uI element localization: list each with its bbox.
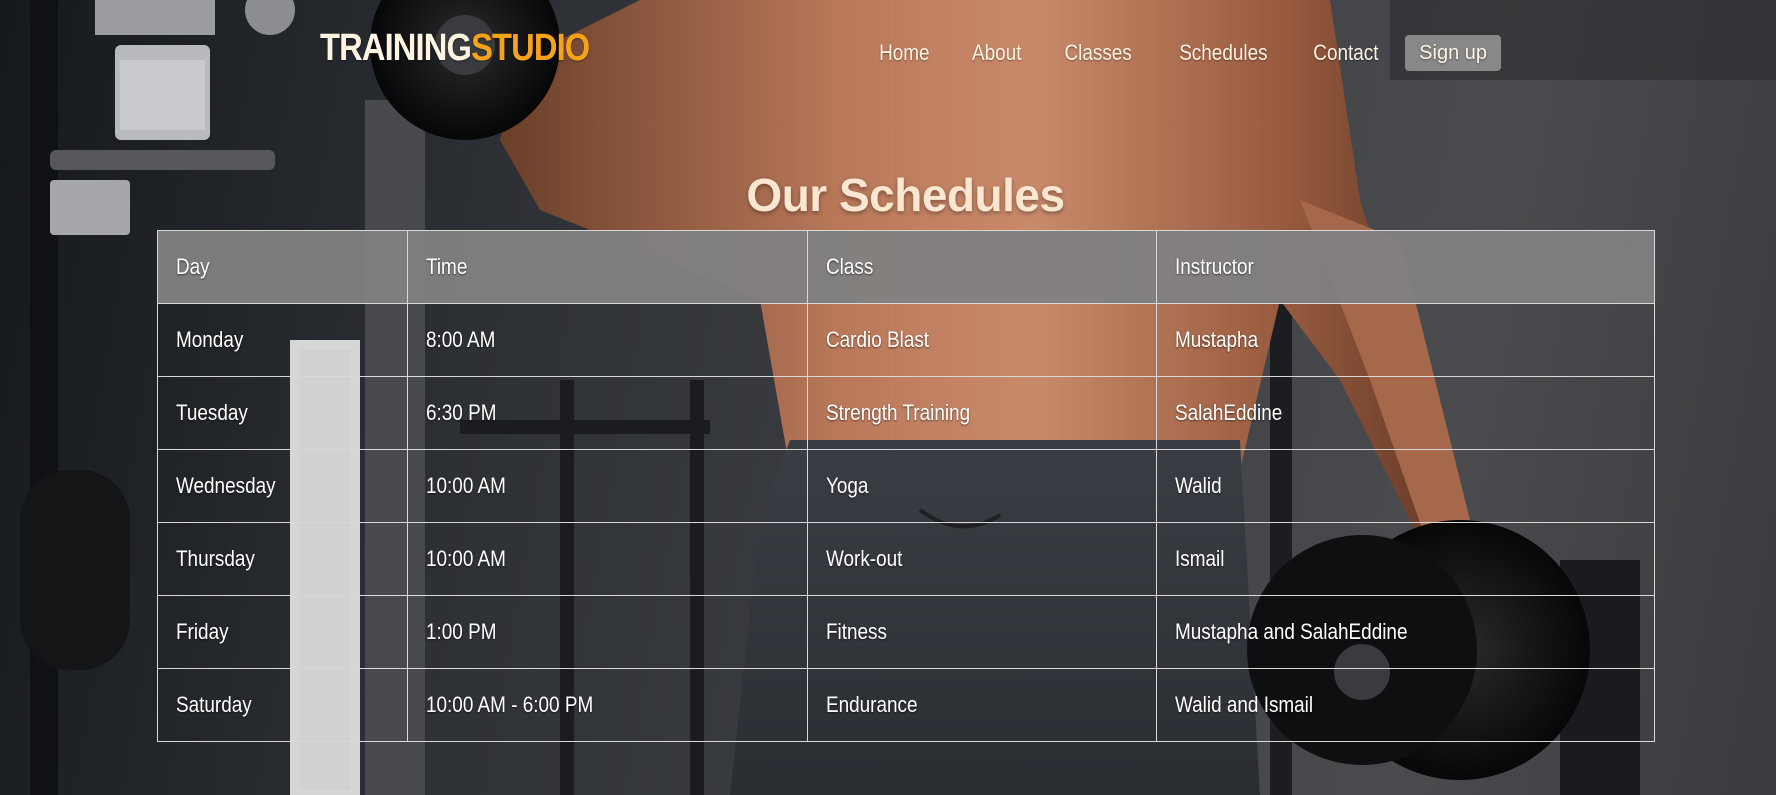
cell-text: 10:00 AM <box>426 546 506 571</box>
cell-instructor: Walid <box>1156 449 1655 523</box>
column-header-label: Day <box>176 254 210 279</box>
nav-link-home[interactable]: Home <box>865 35 945 71</box>
schedule-table-header: Day Time Class Instructor <box>157 230 1655 304</box>
site-logo[interactable]: TRAININGSTUDIO <box>320 24 590 72</box>
cell-text: Ismail <box>1175 546 1225 571</box>
cell-class: Strength Training <box>807 376 1157 450</box>
cell-day: Wednesday <box>157 449 408 523</box>
cell-instructor: Ismail <box>1156 522 1655 596</box>
cell-time: 10:00 AM - 6:00 PM <box>407 668 808 742</box>
page-title: Our Schedules <box>746 168 1065 221</box>
cell-day: Monday <box>157 303 408 377</box>
cell-day: Saturday <box>157 668 408 742</box>
logo-text-studio: STUDIO <box>471 27 590 69</box>
cell-text: Friday <box>176 619 229 644</box>
cell-text: Endurance <box>826 692 918 717</box>
cell-class: Endurance <box>807 668 1157 742</box>
main-navigation: Home About Classes Schedules Contact Sig… <box>858 35 1501 71</box>
cell-text: Tuesday <box>176 400 248 425</box>
column-header-label: Time <box>426 254 468 279</box>
nav-link-about[interactable]: About <box>957 35 1036 71</box>
cell-text: Mustapha and SalahEddine <box>1175 619 1408 644</box>
cell-text: 1:00 PM <box>426 619 497 644</box>
cell-text: 6:30 PM <box>426 400 497 425</box>
column-header-class: Class <box>807 230 1157 304</box>
cell-instructor: Mustapha <box>1156 303 1655 377</box>
nav-link-contact[interactable]: Contact <box>1299 35 1393 71</box>
column-header-time: Time <box>407 230 808 304</box>
cell-time: 8:00 AM <box>407 303 808 377</box>
column-header-day: Day <box>157 230 408 304</box>
cell-text: Walid and Ismail <box>1175 692 1314 717</box>
cell-class: Fitness <box>807 595 1157 669</box>
cell-text: 10:00 AM <box>426 473 506 498</box>
cell-text: Fitness <box>826 619 887 644</box>
cell-instructor: Mustapha and SalahEddine <box>1156 595 1655 669</box>
cell-text: 10:00 AM - 6:00 PM <box>426 692 594 717</box>
cell-class: Cardio Blast <box>807 303 1157 377</box>
cell-text: 8:00 AM <box>426 327 496 352</box>
cell-text: Wednesday <box>176 473 276 498</box>
cell-text: SalahEddine <box>1175 400 1283 425</box>
signup-button[interactable]: Sign up <box>1405 35 1501 71</box>
cell-text: Yoga <box>826 473 869 498</box>
schedule-table: Day Time Class Instructor Monday 8:00 AM… <box>157 230 1655 742</box>
cell-text: Strength Training <box>826 400 971 425</box>
nav-link-classes[interactable]: Classes <box>1050 35 1147 71</box>
cell-time: 10:00 AM <box>407 449 808 523</box>
cell-day: Friday <box>157 595 408 669</box>
nav-link-schedules[interactable]: Schedules <box>1164 35 1282 71</box>
table-row: Thursday 10:00 AM Work-out Ismail <box>157 522 1655 596</box>
column-header-instructor: Instructor <box>1156 230 1655 304</box>
cell-text: Cardio Blast <box>826 327 930 352</box>
cell-text: Mustapha <box>1175 327 1259 352</box>
logo-text-training: TRAINING <box>320 27 472 69</box>
table-row: Tuesday 6:30 PM Strength Training SalahE… <box>157 376 1655 450</box>
cell-text: Work-out <box>826 546 903 571</box>
table-row: Monday 8:00 AM Cardio Blast Mustapha <box>157 303 1655 377</box>
schedule-table-body: Monday 8:00 AM Cardio Blast Mustapha Tue… <box>157 303 1655 742</box>
cell-instructor: SalahEddine <box>1156 376 1655 450</box>
table-header-row: Day Time Class Instructor <box>157 230 1655 304</box>
table-row: Friday 1:00 PM Fitness Mustapha and Sala… <box>157 595 1655 669</box>
cell-day: Tuesday <box>157 376 408 450</box>
cell-time: 1:00 PM <box>407 595 808 669</box>
site-header: TRAININGSTUDIO Home About Classes Schedu… <box>0 0 1776 100</box>
cell-class: Work-out <box>807 522 1157 596</box>
cell-time: 6:30 PM <box>407 376 808 450</box>
column-header-label: Instructor <box>1175 254 1254 279</box>
cell-instructor: Walid and Ismail <box>1156 668 1655 742</box>
cell-class: Yoga <box>807 449 1157 523</box>
table-row: Saturday 10:00 AM - 6:00 PM Endurance Wa… <box>157 668 1655 742</box>
cell-text: Thursday <box>176 546 255 571</box>
cell-text: Monday <box>176 327 244 352</box>
table-row: Wednesday 10:00 AM Yoga Walid <box>157 449 1655 523</box>
cell-text: Saturday <box>176 692 252 717</box>
cell-text: Walid <box>1175 473 1222 498</box>
cell-time: 10:00 AM <box>407 522 808 596</box>
column-header-label: Class <box>826 254 874 279</box>
cell-day: Thursday <box>157 522 408 596</box>
